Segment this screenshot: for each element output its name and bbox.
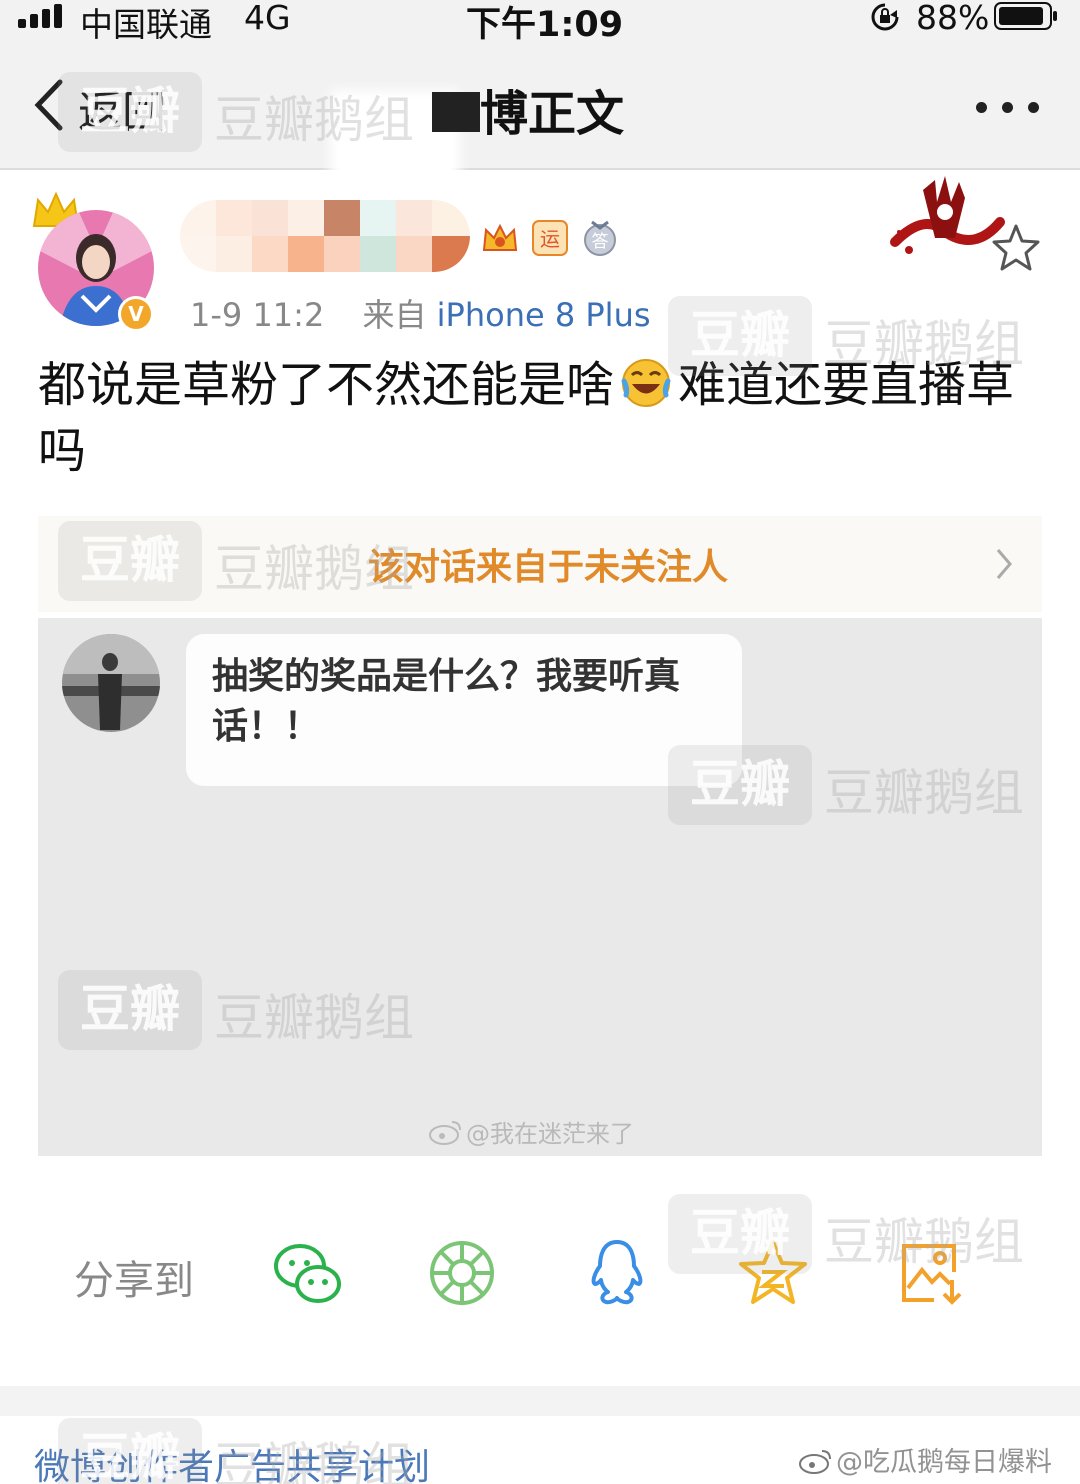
douban-watermark: 豆瓣 豆瓣鹅组 [668,1194,1068,1274]
yun-badge-icon: 运 [530,218,570,258]
ad-share-plan-link[interactable]: 微博创作者广告共享计划 [34,1438,430,1484]
page-title: 博正文 [480,74,624,144]
post-source[interactable]: iPhone 8 Plus [437,296,651,334]
moments-icon[interactable] [425,1236,499,1310]
title-redaction [432,92,480,132]
post-text-part1: 都说是草粉了不然还能是啥 [38,357,614,413]
post-meta: 1-9 11:2 来自 iPhone 8 Plus [190,290,651,336]
source-watermark: @吃瓜鹅每日爆料 [798,1440,1052,1479]
unfollowed-notice: 该对话来自于未关注人 [368,538,728,590]
post-time: 1-9 11:2 [190,296,324,334]
horde-emblem-icon [885,172,1005,268]
source-prefix: 来自 [362,296,426,334]
divider [0,1386,1080,1416]
laugh-cry-emoji [620,357,672,409]
network-type: 4G [244,0,291,37]
chevron-right-icon [994,546,1014,582]
verified-badge: V [118,296,154,332]
battery-percent: 88% [916,0,989,37]
svg-text:运: 运 [540,227,560,251]
qq-icon[interactable] [580,1236,654,1310]
chat-screenshot: 抽奖的奖品是什么？我要听真话！！ @我在迷茫来了 [38,618,1042,1156]
qzone-icon[interactable] [736,1236,810,1310]
post-text: 都说是草粉了不然还能是啥 难道还要直播草吗 [38,352,1038,484]
rotation-lock-icon [870,2,900,32]
nav-bar: 返回 博正文 [0,40,1080,170]
svg-text:答: 答 [592,232,609,252]
signal-strength-icon [18,4,68,28]
image-watermark: @我在迷茫来了 [428,1114,634,1149]
username-redacted[interactable] [180,200,470,272]
weibo-logo-icon [798,1447,834,1475]
save-image-icon[interactable] [894,1236,968,1310]
wechat-icon[interactable] [270,1236,344,1310]
status-bar: 中国联通 4G 下午1:09 88% [0,0,1080,40]
battery-icon [994,2,1058,30]
answer-badge-icon: 答 [580,218,620,258]
unfollowed-notice-bar[interactable]: 该对话来自于未关注人 [38,516,1042,612]
share-label: 分享到 [74,1248,194,1306]
more-dots-icon[interactable] [970,98,1050,118]
weibo-logo-icon [428,1118,464,1146]
back-button[interactable]: 返回 [30,76,180,136]
favorite-star-icon[interactable] [990,222,1042,272]
chat-message: 抽奖的奖品是什么？我要听真话！！ [212,652,732,752]
chat-bubble: 抽奖的奖品是什么？我要听真话！！ [186,634,742,786]
crown-badge-icon [480,218,520,258]
chat-avatar [62,634,160,732]
back-label: 返回 [78,76,166,140]
back-chevron-icon [30,78,66,132]
